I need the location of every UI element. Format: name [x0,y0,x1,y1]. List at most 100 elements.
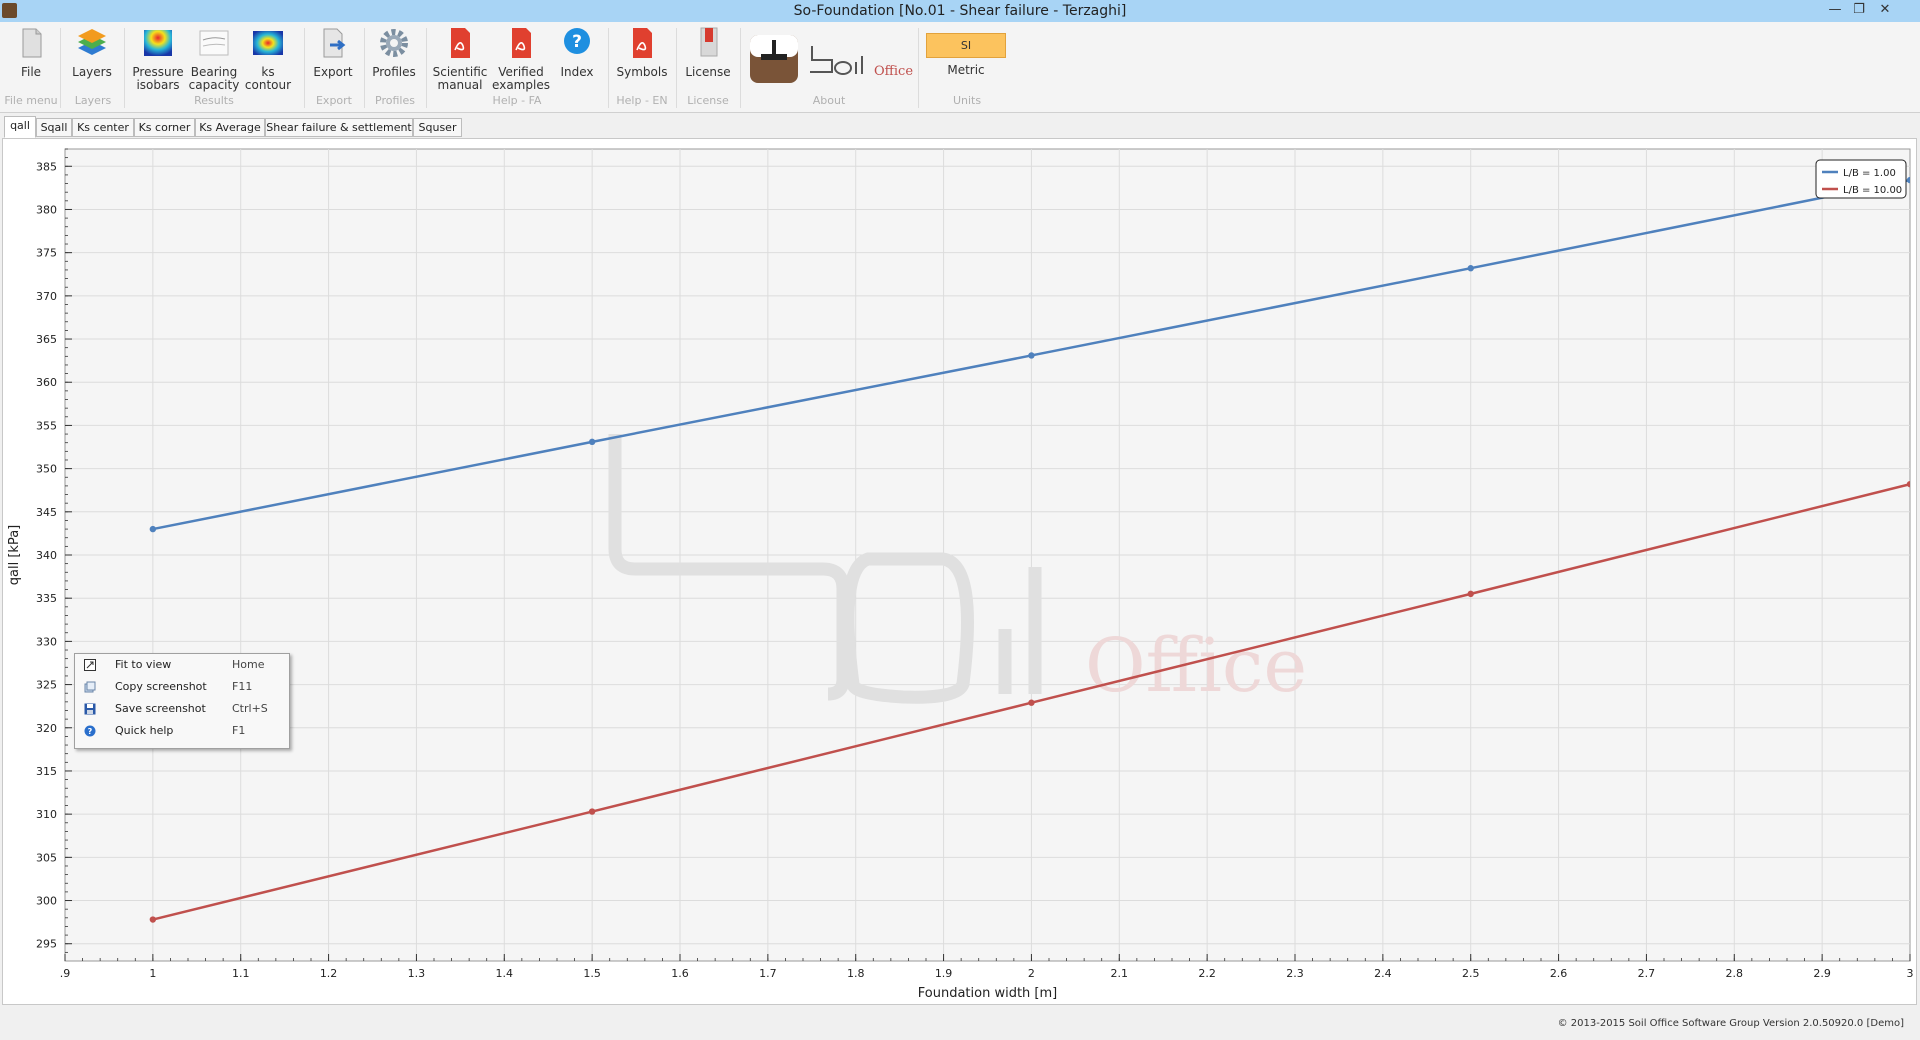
y-tick-label: 295 [36,938,57,951]
group-label-help-en: Help - EN [616,94,668,107]
metric-label: Metric [947,63,985,77]
menu-item-fit-to-view[interactable]: Fit to view Home [75,654,289,676]
x-tick-label: .9 [60,967,71,980]
x-tick-label: 1.9 [935,967,953,980]
data-point[interactable] [1906,480,1913,488]
y-tick-label: 340 [36,549,57,562]
ribbon-separator [124,28,125,108]
legend-label: L/B = 1.00 [1843,168,1896,179]
group-label-help-fa: Help - FA [492,94,542,107]
file-button[interactable]: File [8,26,54,79]
chart-legend[interactable]: L/B = 1.00 L/B = 10.00 [1815,159,1907,199]
x-tick-label: 1.3 [408,967,426,980]
tab-strip: qall Sqall Ks center Ks corner Ks Averag… [0,116,1920,138]
x-tick-label: 2.4 [1374,967,1392,980]
x-tick-label: 2.6 [1550,967,1568,980]
x-tick-label: 1 [149,967,156,980]
menu-item-save-screenshot[interactable]: Save screenshot Ctrl+S [75,698,289,720]
title-bar: So-Foundation [No.01 - Shear failure - T… [0,0,1920,22]
x-tick-label: 1.4 [496,967,514,980]
layers-button[interactable]: Layers [68,26,116,79]
legend-label: L/B = 10.00 [1843,185,1902,196]
y-tick-label: 325 [36,679,57,692]
data-point[interactable] [588,438,596,446]
x-tick-label: 1.2 [320,967,338,980]
y-tick-label: 355 [36,419,57,432]
tab-ks-center[interactable]: Ks center [72,118,134,137]
y-tick-label: 320 [36,722,57,735]
y-tick-label: 375 [36,247,57,260]
restore-button[interactable]: ❐ [1846,1,1872,19]
x-tick-label: 2.5 [1462,967,1480,980]
file-icon [22,28,42,58]
pressure-isobars-button[interactable]: Pressure isobars [130,26,186,92]
data-point[interactable] [149,525,157,533]
ribbon-separator [364,28,365,108]
y-tick-label: 385 [36,160,57,173]
y-tick-label: 380 [36,203,57,216]
y-tick-label: 360 [36,376,57,389]
x-tick-label: 1.1 [232,967,250,980]
ribbon-separator [918,28,919,108]
ribbon-toolbar: File Layers Pressure isobars Bearing cap… [0,22,1920,113]
y-tick-label: 315 [36,765,57,778]
data-point[interactable] [149,916,157,923]
data-point[interactable] [1028,352,1035,359]
x-tick-label: 3 [1907,967,1914,980]
help-icon: ? [84,725,96,737]
x-tick-label: 2.2 [1198,967,1216,980]
group-label-profiles: Profiles [375,94,415,107]
y-tick-label: 350 [36,463,57,476]
data-point[interactable] [1467,590,1474,598]
qall-chart[interactable]: Office .9 1 1.1 1.2 1.3 1.4 1.5 1.6 1.7 1.8 1.9 2 2.… [3,139,1916,1004]
chart-panel[interactable]: Office .9 1 1.1 1.2 1.3 1.4 1.5 1.6 1.7 1.8 1.9 2 2.… [2,138,1917,1005]
y-tick-label: 300 [36,895,57,908]
tab-squser[interactable]: Squser [413,118,462,137]
index-button[interactable]: ? Index [554,26,600,79]
tab-ks-average[interactable]: Ks Average [195,118,265,137]
tab-ks-corner[interactable]: Ks corner [134,118,195,137]
data-point[interactable] [588,808,596,815]
fit-view-icon [84,659,96,671]
group-label-export: Export [315,94,352,107]
tab-sqall[interactable]: Sqall [36,118,72,137]
svg-text:?: ? [88,727,93,736]
x-tick-label: 1.8 [847,967,865,980]
menu-item-copy-screenshot[interactable]: Copy screenshot F11 [75,676,289,698]
close-button[interactable]: ✕ [1872,1,1898,19]
units-si-toggle[interactable]: SI [926,33,1006,58]
symbols-button[interactable]: Symbols [614,26,670,79]
save-icon [84,703,96,715]
scientific-manual-button[interactable]: Scientific manual [432,26,488,92]
y-tick-label: 335 [36,592,57,605]
data-point[interactable] [1906,176,1913,184]
group-label-results: Results [194,94,234,107]
ribbon-separator [676,28,677,108]
pdf-icon [451,28,470,58]
x-axis-label: Foundation width [m] [918,986,1057,1001]
gear-icon [380,29,408,57]
minimize-button[interactable]: — [1822,1,1848,19]
y-tick-label: 310 [36,808,57,821]
group-label-about: About [812,94,846,107]
about-app-icon[interactable] [749,34,799,87]
data-point[interactable] [1028,699,1035,706]
y-tick-label: 305 [36,851,57,864]
y-tick-label: 345 [36,506,57,519]
menu-item-quick-help[interactable]: ? Quick help F1 [75,720,289,742]
profiles-button[interactable]: Profiles [370,26,418,79]
export-button[interactable]: Export [310,26,356,79]
tab-shear-failure-settlement[interactable]: Shear failure & settlement [265,118,413,137]
license-button[interactable]: License [682,26,734,79]
soil-office-logo[interactable]: Office [806,42,913,82]
tab-qall[interactable]: qall [4,116,36,138]
verified-examples-button[interactable]: Verified examples [492,26,550,92]
data-point[interactable] [1467,265,1474,272]
bearing-capacity-button[interactable]: Bearing capacity [188,26,240,92]
x-tick-label: 2.3 [1286,967,1304,980]
status-bar: © 2013-2015 Soil Office Software Group V… [0,1008,1920,1040]
ks-contour-button[interactable]: ks contour [244,26,292,92]
license-icon [700,27,718,57]
watermark-office-text: Office [1085,623,1307,709]
context-menu: Fit to view Home Copy screenshot F11 Sav… [74,653,290,749]
